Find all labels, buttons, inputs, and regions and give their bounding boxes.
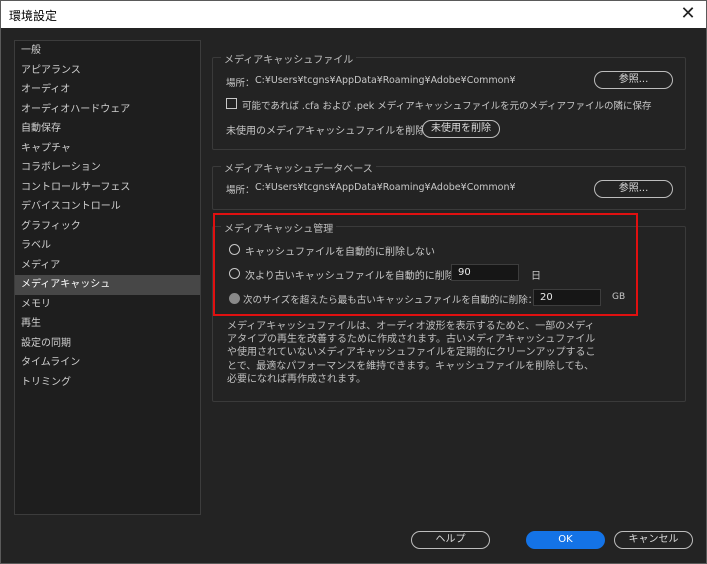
save-next-to-media-checkbox[interactable] bbox=[226, 98, 237, 109]
sidebar-item-media[interactable]: メディア bbox=[15, 256, 200, 276]
window-title: 環境設定 bbox=[9, 9, 58, 23]
sidebar-item-sync-settings[interactable]: 設定の同期 bbox=[15, 334, 200, 354]
sidebar-item-playback[interactable]: 再生 bbox=[15, 314, 200, 334]
cache-description: メディアキャッシュファイルは、オーディオ波形を表示するためと、一部のメディアタイ… bbox=[227, 321, 596, 385]
cache-files-group: メディアキャッシュファイル 場所： C:¥Users¥tcgns¥AppData… bbox=[212, 51, 686, 150]
sidebar-item-control-surface[interactable]: コントロールサーフェス bbox=[15, 178, 200, 198]
cache-db-browse-button[interactable]: 参照... bbox=[594, 180, 673, 198]
cache-db-location-label: 場所： bbox=[226, 185, 255, 196]
cache-db-location-path: C:¥Users¥tcgns¥AppData¥Roaming¥Adobe¥Com… bbox=[255, 182, 516, 193]
cache-files-title: メディアキャッシュファイル bbox=[221, 51, 357, 66]
sidebar-item-audio-hardware[interactable]: オーディオハードウェア bbox=[15, 100, 200, 120]
delete-unused-text: 未使用のメディアキャッシュファイルを削除 bbox=[226, 126, 426, 137]
sidebar-item-memory[interactable]: メモリ bbox=[15, 295, 200, 315]
sidebar-item-timeline[interactable]: タイムライン bbox=[15, 353, 200, 373]
cache-files-location-label: 場所： bbox=[226, 78, 255, 89]
cache-files-browse-button[interactable]: 参照... bbox=[594, 71, 673, 89]
cancel-button[interactable]: キャンセル bbox=[614, 531, 693, 549]
save-next-to-media-label: 可能であれば .cfa および .pek メディアキャッシュファイルを元のメディ… bbox=[242, 101, 652, 112]
sidebar-item-audio[interactable]: オーディオ bbox=[15, 80, 200, 100]
cache-db-title: メディアキャッシュデータベース bbox=[221, 160, 376, 175]
sidebar-item-capture[interactable]: キャプチャ bbox=[15, 139, 200, 159]
sidebar-item-device-control[interactable]: デバイスコントロール bbox=[15, 197, 200, 217]
sidebar-item-trim[interactable]: トリミング bbox=[15, 373, 200, 393]
cache-files-location-path: C:¥Users¥tcgns¥AppData¥Roaming¥Adobe¥Com… bbox=[255, 75, 516, 86]
ok-button[interactable]: OK bbox=[526, 531, 605, 549]
sidebar-item-labels[interactable]: ラベル bbox=[15, 236, 200, 256]
cache-db-group: メディアキャッシュデータベース 場所： C:¥Users¥tcgns¥AppDa… bbox=[212, 160, 686, 210]
help-button[interactable]: ヘルプ bbox=[411, 531, 490, 549]
sidebar-item-collaboration[interactable]: コラボレーション bbox=[15, 158, 200, 178]
sidebar-item-appearance[interactable]: アピアランス bbox=[15, 61, 200, 81]
sidebar: 一般 アピアランス オーディオ オーディオハードウェア 自動保存 キャプチャ コ… bbox=[14, 40, 201, 515]
dialog-body: 一般 アピアランス オーディオ オーディオハードウェア 自動保存 キャプチャ コ… bbox=[0, 28, 707, 564]
highlight-box bbox=[213, 213, 638, 316]
close-icon[interactable]: ✕ bbox=[678, 4, 698, 24]
sidebar-item-general[interactable]: 一般 bbox=[15, 41, 200, 61]
title-bar: 環境設定 ✕ bbox=[0, 0, 707, 28]
sidebar-item-auto-save[interactable]: 自動保存 bbox=[15, 119, 200, 139]
delete-unused-button[interactable]: 未使用を削除 bbox=[422, 120, 500, 138]
sidebar-item-media-cache[interactable]: メディアキャッシュ bbox=[15, 275, 200, 295]
sidebar-item-graphics[interactable]: グラフィック bbox=[15, 217, 200, 237]
